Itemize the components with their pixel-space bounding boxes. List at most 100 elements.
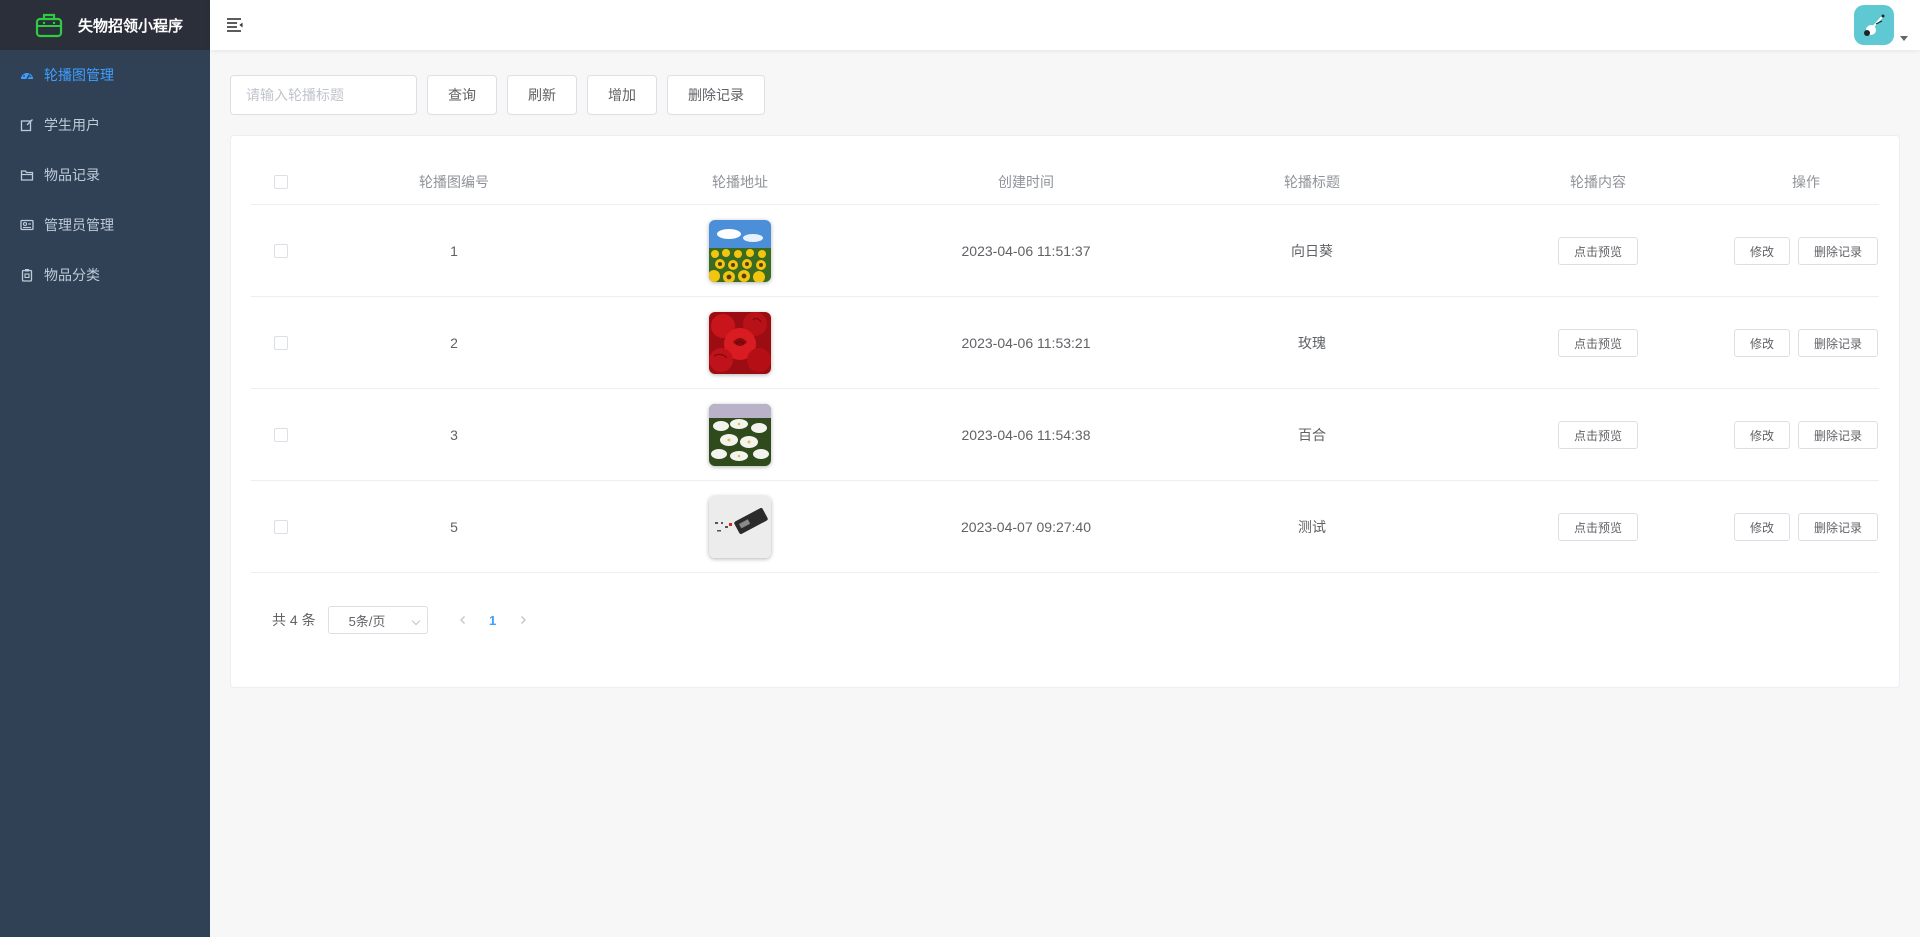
- row-checkbox-cell: [251, 297, 311, 389]
- app-title: 失物招领小程序: [78, 17, 184, 35]
- column-header[interactable]: 轮播地址: [597, 159, 883, 205]
- banner-id: 3: [450, 427, 458, 443]
- delete-button[interactable]: 删除记录: [1798, 237, 1879, 265]
- rose-thumbnail[interactable]: [709, 312, 771, 374]
- sidebar-item-label: 物品记录: [44, 167, 100, 183]
- sidebar-item-label: 轮播图管理: [44, 67, 114, 83]
- preview-button[interactable]: 点击预览: [1557, 421, 1638, 449]
- top-navbar: [210, 0, 1920, 50]
- actions-cell: 修改 删除记录: [1731, 481, 1881, 573]
- sidebar-menu: 轮播图管理 学生用户 物品记录 管理员管理 物品分类: [0, 50, 210, 300]
- device-thumbnail[interactable]: [709, 496, 771, 558]
- delete-button[interactable]: 删除记录: [1798, 329, 1879, 357]
- folder-icon: [20, 168, 34, 182]
- prev-page-icon[interactable]: [448, 606, 478, 634]
- sidebar-item-categories[interactable]: 物品分类: [0, 250, 210, 300]
- table-row[interactable]: 3 2023-04-06 11:54:38 百合 点击预览 修改 删除记录: [251, 389, 1879, 481]
- brand: 失物招领小程序: [0, 0, 210, 50]
- banner-title: 测试: [1298, 519, 1326, 535]
- row-checkbox[interactable]: [274, 428, 288, 442]
- sidebar-item-label: 学生用户: [44, 117, 100, 133]
- select-all-checkbox[interactable]: [274, 175, 288, 189]
- query-button[interactable]: 查询: [427, 75, 497, 115]
- banner-image-cell: [597, 205, 883, 297]
- preview-cell: 点击预览: [1455, 297, 1741, 389]
- total-count: 共 4 条: [272, 612, 316, 628]
- user-menu[interactable]: [1854, 5, 1908, 45]
- banner-image-cell: [597, 389, 883, 481]
- preview-button[interactable]: 点击预览: [1557, 237, 1638, 265]
- page-size-value: 5条/页: [348, 613, 386, 629]
- actions-cell: 修改 删除记录: [1731, 389, 1881, 481]
- sidebar: 失物招领小程序 轮播图管理 学生用户 物品记录 管理员管理 物品分类: [0, 0, 210, 937]
- hamburger-menu-icon[interactable]: [226, 16, 244, 34]
- table-row[interactable]: 1 2023-04-06 11:51:37 向日葵 点击预览 修改 删除记录: [251, 205, 1879, 297]
- created-time: 2023-04-06 11:54:38: [961, 427, 1091, 443]
- sidebar-item-label: 物品分类: [44, 267, 100, 283]
- chevron-down-icon: [1900, 36, 1908, 41]
- guitar-avatar-icon: [1864, 14, 1885, 36]
- column-header[interactable]: 轮播图编号: [311, 159, 597, 205]
- sidebar-item-label: 管理员管理: [44, 217, 114, 233]
- table-card: 轮播图编号 轮播地址 创建时间 轮播标题 轮播内容 操作 1 2023-04-0…: [230, 135, 1900, 688]
- preview-cell: 点击预览: [1455, 389, 1741, 481]
- row-checkbox-cell: [251, 481, 311, 573]
- preview-button[interactable]: 点击预览: [1557, 329, 1638, 357]
- clipboard-icon: [20, 268, 34, 282]
- table-row[interactable]: 5 2023-04-07 09:27:40 测试 点击预览 修改 删除记录: [251, 481, 1879, 573]
- sidebar-item-students[interactable]: 学生用户: [0, 100, 210, 150]
- banner-title: 向日葵: [1291, 243, 1333, 259]
- refresh-button[interactable]: 刷新: [507, 75, 577, 115]
- delete-button[interactable]: 删除记录: [1798, 513, 1879, 541]
- edit-button[interactable]: 修改: [1733, 421, 1790, 449]
- sidebar-item-admins[interactable]: 管理员管理: [0, 200, 210, 250]
- delete-button[interactable]: 删除记录: [1798, 421, 1879, 449]
- page-number-current[interactable]: 1: [478, 606, 508, 634]
- next-page-icon[interactable]: [508, 606, 538, 634]
- edit-button[interactable]: 修改: [1733, 237, 1790, 265]
- column-header[interactable]: 轮播标题: [1169, 159, 1455, 205]
- dashboard-icon: [20, 68, 34, 82]
- lily-thumbnail[interactable]: [709, 404, 771, 466]
- banner-title: 玫瑰: [1298, 335, 1326, 351]
- edit-icon: [20, 118, 34, 132]
- row-checkbox-cell: [251, 205, 311, 297]
- column-header[interactable]: 操作: [1731, 159, 1881, 205]
- page-size-select[interactable]: 5条/页: [327, 606, 428, 634]
- banner-id: 5: [450, 519, 458, 535]
- id-card-icon: [20, 218, 34, 232]
- created-time: 2023-04-07 09:27:40: [961, 519, 1091, 535]
- banner-image-cell: [597, 297, 883, 389]
- add-button[interactable]: 增加: [587, 75, 657, 115]
- search-input[interactable]: [230, 75, 417, 115]
- edit-button[interactable]: 修改: [1733, 329, 1790, 357]
- briefcase-logo-icon: [34, 10, 64, 40]
- actions-cell: 修改 删除记录: [1731, 205, 1881, 297]
- column-header[interactable]: 创建时间: [883, 159, 1169, 205]
- row-checkbox[interactable]: [274, 520, 288, 534]
- row-checkbox-cell: [251, 389, 311, 481]
- preview-button[interactable]: 点击预览: [1557, 513, 1638, 541]
- actions-cell: 修改 删除记录: [1731, 297, 1881, 389]
- table-row[interactable]: 2 2023-04-06 11:53:21 玫瑰 点击预览 修改 删除记录: [251, 297, 1879, 389]
- created-time: 2023-04-06 11:51:37: [961, 243, 1091, 259]
- avatar[interactable]: [1854, 5, 1894, 45]
- row-checkbox[interactable]: [274, 336, 288, 350]
- header-checkbox-cell: [251, 159, 311, 205]
- banner-id: 2: [450, 335, 458, 351]
- chevron-down-icon: [411, 616, 420, 626]
- sidebar-item-records[interactable]: 物品记录: [0, 150, 210, 200]
- created-time: 2023-04-06 11:53:21: [961, 335, 1091, 351]
- pagination: 共 4 条 5条/页 1: [272, 606, 538, 634]
- preview-cell: 点击预览: [1455, 481, 1741, 573]
- sidebar-item-banner[interactable]: 轮播图管理: [0, 50, 210, 100]
- batch-delete-button[interactable]: 删除记录: [667, 75, 765, 115]
- table-header: 轮播图编号 轮播地址 创建时间 轮播标题 轮播内容 操作: [251, 159, 1879, 205]
- edit-button[interactable]: 修改: [1733, 513, 1790, 541]
- banner-id: 1: [450, 243, 458, 259]
- row-checkbox[interactable]: [274, 244, 288, 258]
- banner-title: 百合: [1298, 427, 1326, 443]
- banner-image-cell: [597, 481, 883, 573]
- sunflower-thumbnail[interactable]: [709, 220, 771, 282]
- column-header[interactable]: 轮播内容: [1455, 159, 1741, 205]
